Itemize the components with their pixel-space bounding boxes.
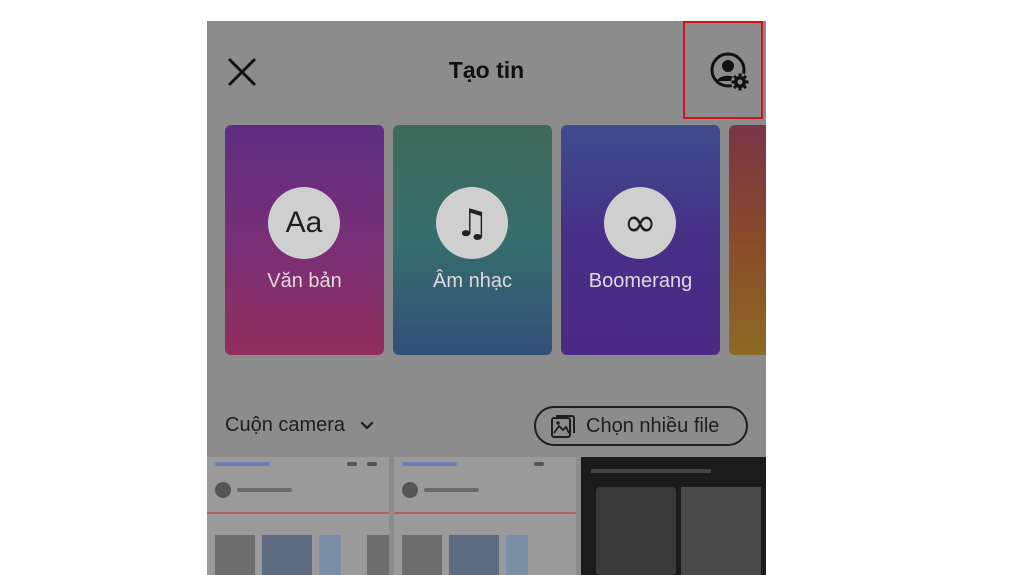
card-text[interactable]: Aa Văn bản xyxy=(225,125,384,355)
gallery-thumbnail[interactable] xyxy=(207,457,389,575)
gallery-thumbnail[interactable] xyxy=(394,457,576,575)
media-grid xyxy=(207,457,766,575)
card-text-label: Văn bản xyxy=(267,270,342,292)
music-note-icon: ♫ xyxy=(436,187,508,259)
create-story-screen: Tạo tin Aa Văn bản ♫ Âm nhạc ∞ Boomerang… xyxy=(207,21,766,575)
card-music-icon-glyph: ♫ xyxy=(454,201,490,245)
select-multiple-label: Chọn nhiều file xyxy=(586,414,720,437)
card-next-partial[interactable] xyxy=(729,125,766,355)
camera-roll-label: Cuộn camera xyxy=(225,414,346,436)
card-music-label: Âm nhạc xyxy=(433,270,512,292)
text-aa-icon: Aa xyxy=(268,187,340,259)
story-settings-button[interactable] xyxy=(683,21,763,119)
card-boomerang-label: Boomerang xyxy=(588,270,693,292)
camera-roll-selector[interactable]: Cuộn camera xyxy=(225,414,374,437)
select-multiple-button[interactable]: Chọn nhiều file xyxy=(534,406,748,446)
card-boomerang-icon-glyph: ∞ xyxy=(623,200,657,246)
infinity-icon: ∞ xyxy=(604,187,676,259)
story-type-cards: Aa Văn bản ♫ Âm nhạc ∞ Boomerang xyxy=(225,125,766,355)
card-boomerang[interactable]: ∞ Boomerang xyxy=(561,125,720,355)
gallery-video-thumbnail[interactable] xyxy=(581,457,766,575)
person-gear-icon xyxy=(710,52,749,91)
card-music[interactable]: ♫ Âm nhạc xyxy=(393,125,552,355)
multiple-images-icon xyxy=(551,415,575,438)
card-text-icon-glyph: Aa xyxy=(285,206,323,239)
chevron-down-icon xyxy=(360,421,373,429)
